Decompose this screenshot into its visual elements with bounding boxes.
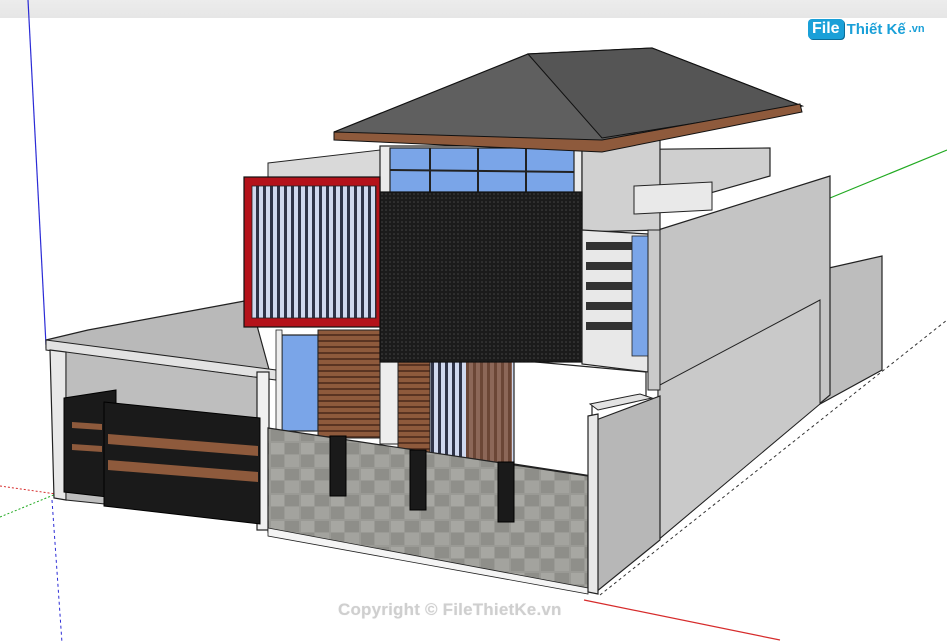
green-axis-dotted [0, 493, 57, 518]
logo-name: Thiết Kế [846, 20, 906, 38]
red-axis [583, 599, 781, 641]
wall-grille-1 [329, 435, 347, 497]
copyright-watermark: Copyright © FileThietKe.vn [338, 600, 562, 619]
green-axis [829, 149, 947, 199]
black-mesh-screen [379, 191, 583, 363]
corner-pillar [587, 413, 599, 595]
site-logo: File Thiết Kế .vn [808, 16, 925, 42]
logo-badge: File [808, 19, 844, 39]
3d-viewport[interactable]: File Thiết Kế .vn Copyright © FileThietK… [0, 0, 947, 643]
wall-grille-3 [497, 461, 515, 523]
blue-axis-dotted [51, 499, 63, 643]
wood-slat-panel-left [317, 329, 381, 439]
wood-slat-panel-mid [397, 351, 431, 453]
balcony-vertical-louvers [251, 185, 377, 319]
blue-axis [27, 0, 47, 346]
house-model-scene[interactable] [0, 0, 947, 643]
wall-grille-2 [409, 449, 427, 511]
ground-floor-window [281, 334, 319, 432]
logo-domain: .vn [908, 23, 925, 35]
red-axis-dotted [0, 485, 57, 495]
